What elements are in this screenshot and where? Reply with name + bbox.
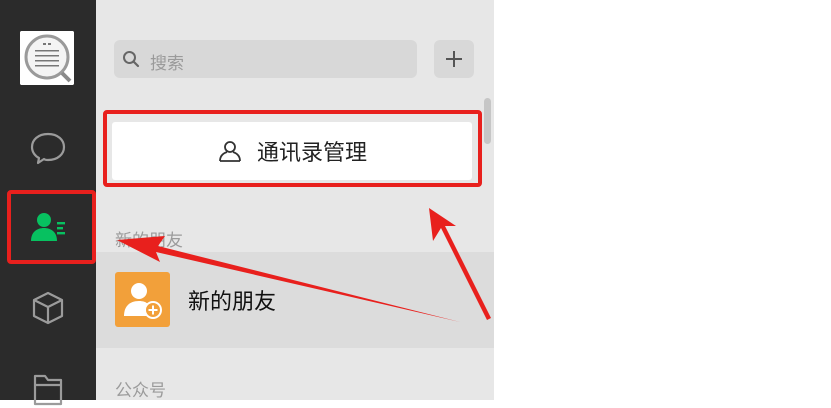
new-friend-avatar bbox=[115, 272, 170, 327]
avatar-image bbox=[20, 31, 74, 85]
plus-icon bbox=[446, 51, 462, 67]
contacts-icon[interactable] bbox=[28, 208, 68, 248]
search-box[interactable]: 搜索 bbox=[114, 40, 417, 78]
nav-rail bbox=[0, 0, 96, 406]
avatar[interactable] bbox=[20, 31, 74, 85]
search-placeholder[interactable]: 搜索 bbox=[150, 49, 184, 74]
new-friends-label: 新的朋友 bbox=[188, 290, 277, 315]
contacts-manage-button[interactable]: 通讯录管理 bbox=[112, 122, 472, 180]
add-button[interactable] bbox=[434, 40, 474, 78]
section-header-new-friends: 新的朋友 bbox=[115, 231, 183, 251]
chat-icon[interactable] bbox=[28, 128, 68, 168]
contacts-manage-label: 通讯录管理 bbox=[256, 141, 367, 166]
add-friend-icon bbox=[124, 283, 162, 319]
folder-icon[interactable] bbox=[28, 368, 68, 408]
search-icon bbox=[123, 51, 140, 68]
list-item-new-friends[interactable]: 新的朋友 bbox=[96, 252, 494, 348]
scrollbar[interactable] bbox=[484, 98, 491, 144]
person-outline-icon bbox=[219, 141, 241, 162]
cube-icon[interactable] bbox=[28, 288, 68, 328]
section-header-official-accounts: 公众号 bbox=[115, 381, 166, 401]
contacts-panel: 搜索 通讯录管理 新的朋友 新的朋友 公众号 bbox=[96, 0, 494, 401]
